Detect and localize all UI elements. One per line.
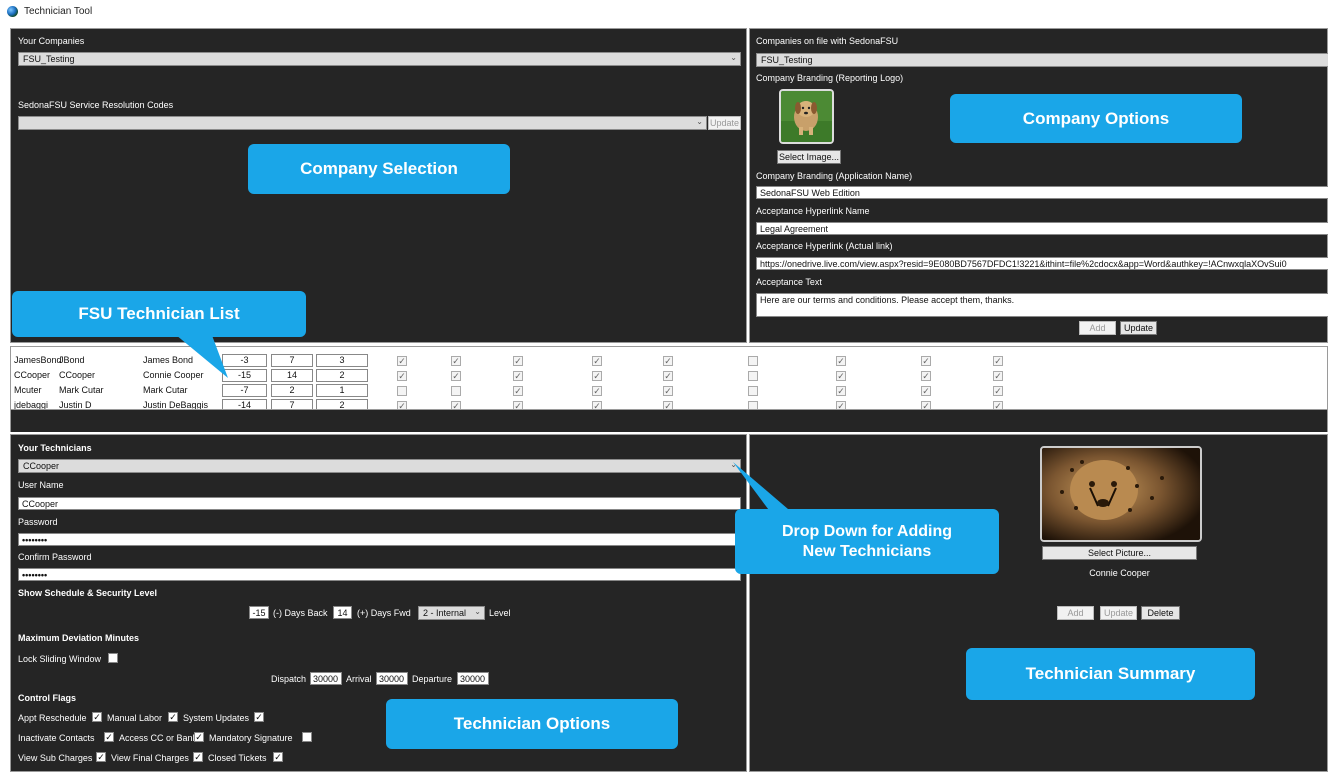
dropdown-callout: Drop Down for Adding New Technicians: [735, 509, 999, 574]
technician-list-callout: FSU Technician List: [12, 291, 306, 337]
technician-summary-callout: Technician Summary: [966, 648, 1255, 700]
technician-list-callout-pointer: [170, 330, 228, 378]
technician-options-callout: Technician Options: [386, 699, 678, 749]
